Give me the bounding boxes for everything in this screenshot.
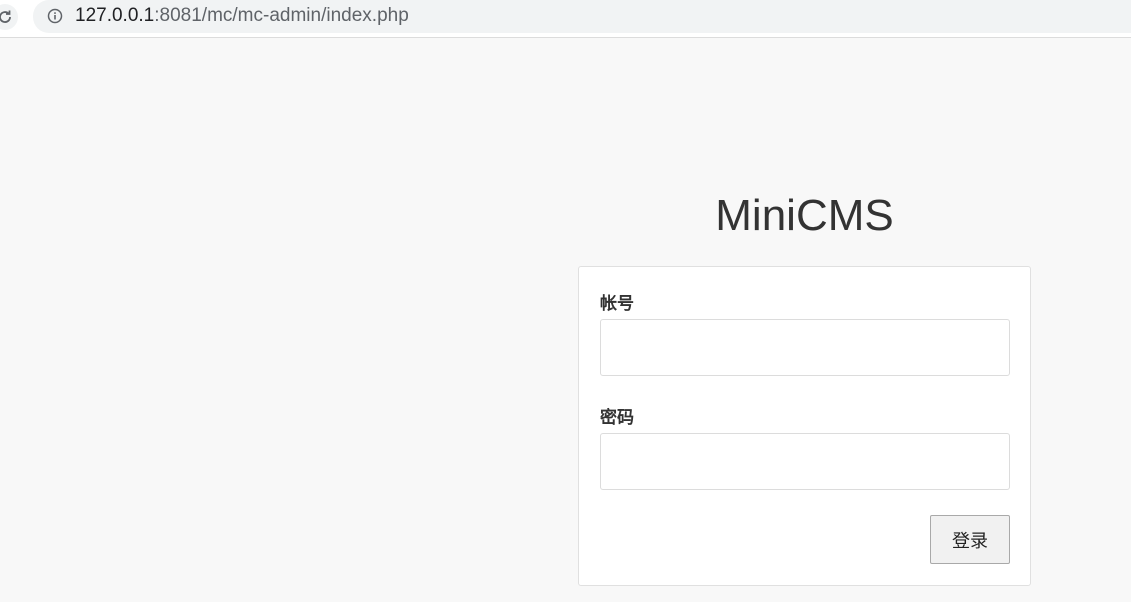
- account-label: 帐号: [600, 294, 634, 313]
- browser-toolbar: 127.0.0.1:8081/mc/mc-admin/index.php: [0, 0, 1131, 38]
- account-input[interactable]: [600, 319, 1010, 376]
- info-icon[interactable]: [46, 7, 64, 25]
- reload-button[interactable]: [0, 4, 18, 30]
- url-host: 127.0.0.1: [75, 5, 155, 26]
- url-path: :8081/mc/mc-admin/index.php: [154, 5, 409, 26]
- password-input[interactable]: [600, 433, 1010, 490]
- page-title: MiniCMS: [715, 191, 894, 240]
- login-button[interactable]: 登录: [930, 515, 1010, 564]
- url-text[interactable]: 127.0.0.1:8081/mc/mc-admin/index.php: [75, 6, 409, 26]
- login-panel: 帐号 密码 登录: [578, 266, 1031, 586]
- reload-icon: [0, 10, 11, 23]
- password-label: 密码: [600, 408, 634, 427]
